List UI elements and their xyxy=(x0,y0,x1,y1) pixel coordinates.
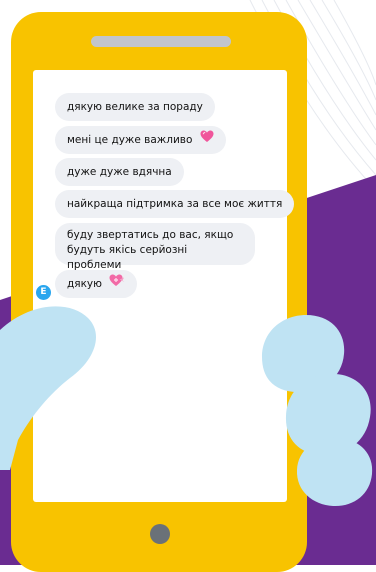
hands-illustration xyxy=(0,306,373,507)
